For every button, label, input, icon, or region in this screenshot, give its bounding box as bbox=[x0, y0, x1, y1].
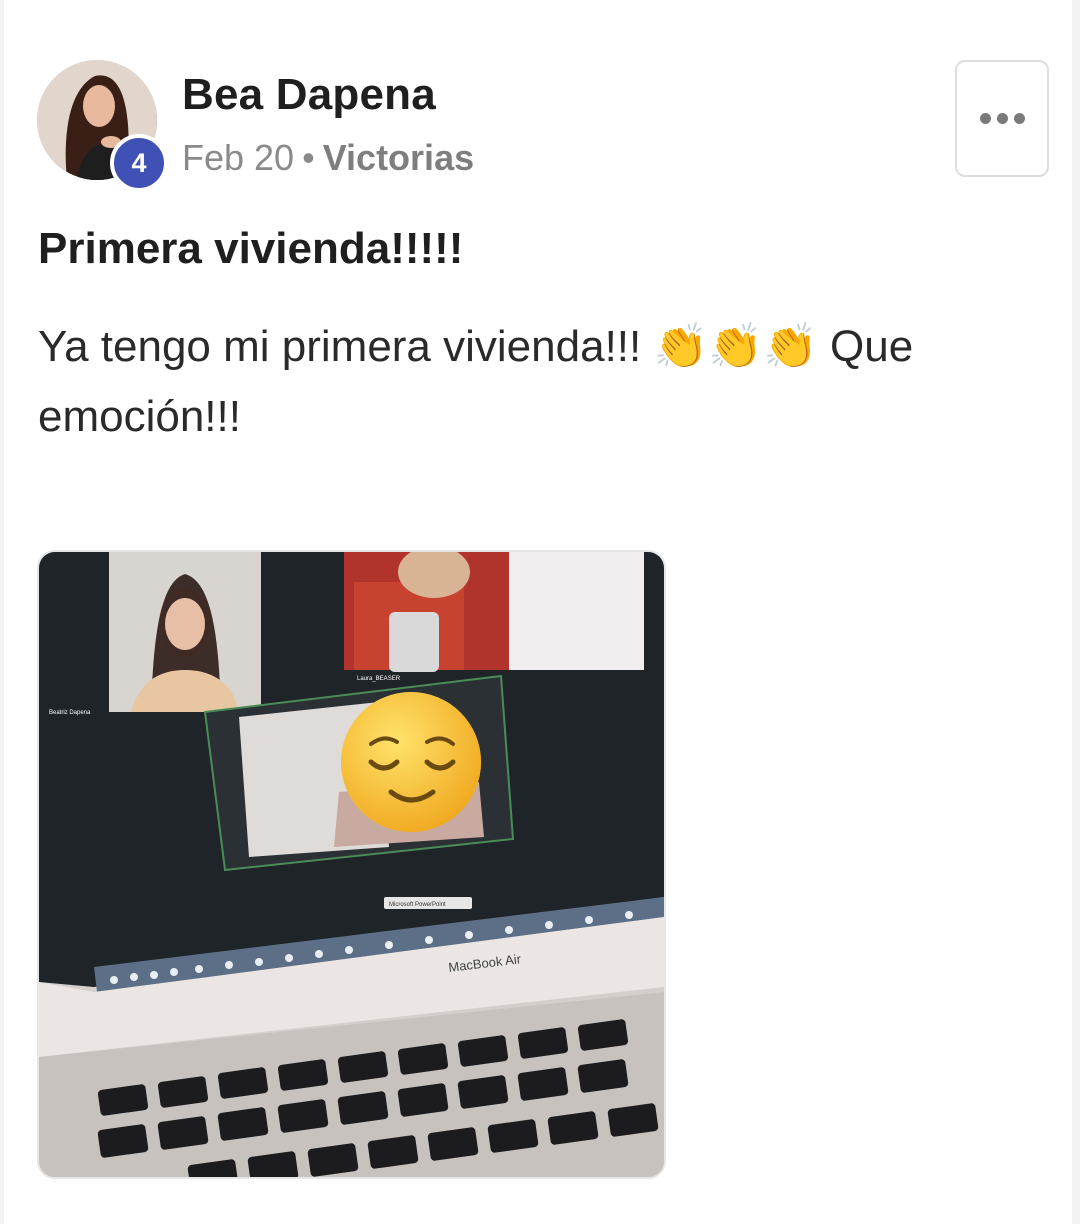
app-tooltip-label: Microsoft PowerPoint bbox=[389, 902, 446, 908]
post-meta: Feb 20 • Victorias bbox=[182, 137, 474, 179]
meta-separator: • bbox=[302, 137, 315, 178]
group-link[interactable]: Victorias bbox=[323, 137, 474, 178]
post-date: Feb 20 bbox=[182, 137, 295, 178]
participant-1-label: Beatriz Dapena bbox=[49, 710, 91, 716]
more-options-button[interactable] bbox=[955, 60, 1049, 177]
post-title: Primera vivienda!!!!! bbox=[38, 224, 464, 273]
participant-2-label: Laura_BEASER bbox=[357, 676, 401, 682]
post-body: Ya tengo mi primera vivienda!!! 👏👏👏 Que … bbox=[38, 322, 914, 441]
laptop-photo-illustration: Beatriz Dapena Laura_BEASER Microsoft Po… bbox=[39, 552, 664, 1177]
post-card: 4 Bea Dapena Feb 20 • Victorias Primera vi… bbox=[4, 0, 1072, 1224]
post-photo[interactable]: Beatriz Dapena Laura_BEASER Microsoft Po… bbox=[37, 550, 666, 1179]
level-badge: 4 bbox=[110, 134, 168, 192]
author-name[interactable]: Bea Dapena bbox=[182, 70, 436, 120]
more-horizontal-icon bbox=[979, 113, 1025, 124]
